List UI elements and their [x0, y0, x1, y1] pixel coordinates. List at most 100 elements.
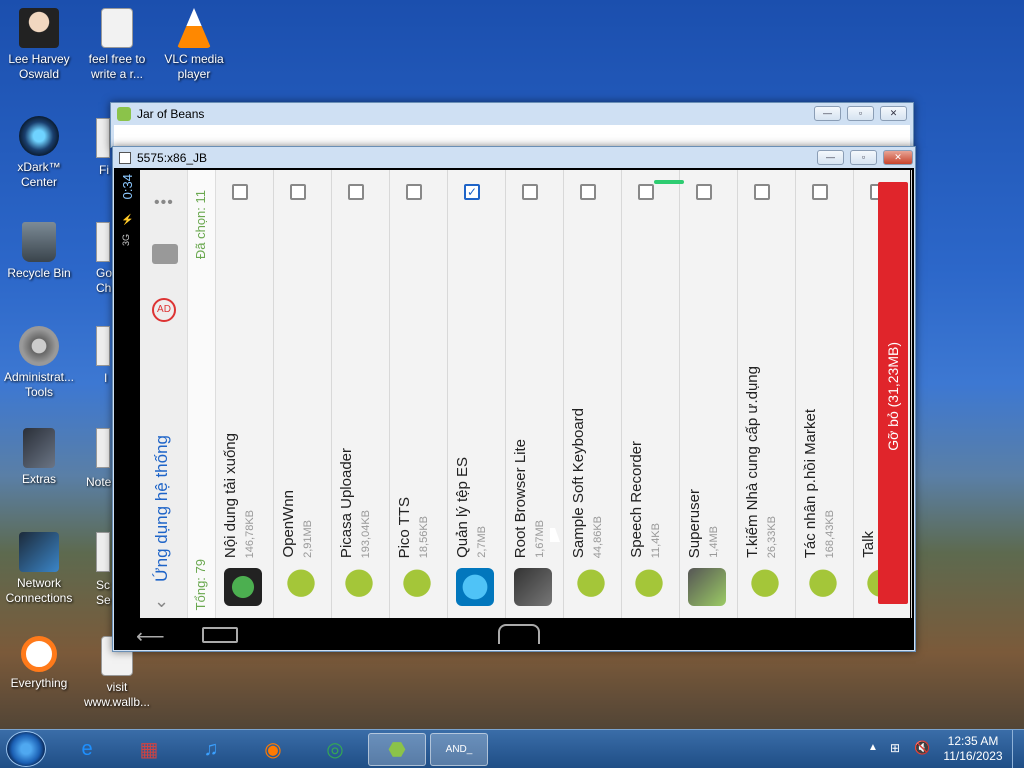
desktop-icon-feel-free[interactable]: feel free to write a r... — [79, 8, 155, 82]
app-size: 2,91MB — [302, 520, 314, 558]
android-robot-icon[interactable] — [152, 244, 178, 264]
app-name: Speech Recorder — [628, 441, 645, 558]
desktop-icon-lee-harvey-oswald[interactable]: Lee Harvey Oswald — [1, 8, 77, 82]
app-row[interactable]: Speech Recorder 11,4KB — [622, 170, 684, 618]
app-size: 44,86KB — [592, 515, 604, 558]
desktop-icon-network[interactable]: Network Connections — [1, 532, 77, 606]
maximize-button[interactable]: ▫ — [847, 106, 874, 121]
app-row[interactable]: ✓ Quản lý tệp ES 2,7MB — [448, 170, 506, 618]
home-icon[interactable] — [498, 624, 540, 644]
app-row[interactable]: T.kiếm Nhà cung cấp ư.dụng 26,33KB — [738, 170, 796, 618]
app-checkbox[interactable] — [522, 184, 538, 200]
android-emulator-icon[interactable]: AND_ — [430, 733, 488, 766]
window-title: Jar of Beans — [137, 107, 205, 121]
app-row[interactable]: Root Browser Lite 1,67MB — [506, 170, 564, 618]
show-hidden-icons-icon[interactable]: ▲ — [868, 742, 878, 753]
app-row[interactable]: Superuser 1,4MB — [680, 170, 738, 618]
person-icon — [19, 8, 59, 48]
volume-muted-icon[interactable]: 🔇 — [914, 740, 930, 756]
partial-icon[interactable] — [96, 532, 110, 572]
window-content — [114, 125, 910, 147]
desktop-icon-xdark[interactable]: xDark™ Center — [1, 116, 77, 190]
desktop-icon-extras[interactable]: Extras — [1, 428, 77, 487]
root-browser-icon — [514, 568, 552, 606]
app-size: 146,78KB — [244, 509, 256, 558]
jar-of-beans-icon[interactable]: ⬣ — [368, 733, 426, 766]
show-desktop-button[interactable] — [1012, 730, 1024, 768]
app-checkbox[interactable] — [580, 184, 596, 200]
app-name: Quản lý tệp ES — [454, 457, 471, 558]
app-row[interactable]: OpenWnn 2,91MB — [274, 170, 332, 618]
recent-apps-icon[interactable] — [202, 627, 238, 643]
app-size: 168,43KB — [824, 509, 836, 558]
app-checkbox[interactable] — [696, 184, 712, 200]
app-checkbox[interactable] — [812, 184, 828, 200]
es-file-icon — [456, 568, 494, 606]
desktop-icon-recycle-bin[interactable]: Recycle Bin — [1, 222, 77, 281]
xdark-icon — [19, 116, 59, 156]
app-name: Nội dung tải xuống — [222, 432, 239, 558]
partial-icon[interactable] — [96, 222, 110, 262]
battery-icon: ⚡ — [122, 214, 133, 227]
app-checkbox[interactable] — [232, 184, 248, 200]
partial-icon[interactable] — [96, 326, 110, 366]
app-icon[interactable]: ▦ — [122, 733, 176, 766]
partial-label: Go Ch — [96, 266, 113, 295]
app-checkbox[interactable]: ✓ — [464, 184, 480, 200]
app-name: Pico TTS — [396, 496, 413, 558]
partial-label: Note — [86, 475, 112, 489]
header-title[interactable]: Ứng dụng hệ thống — [152, 435, 172, 582]
app-name: Picasa Uploader — [338, 447, 355, 558]
app-row[interactable]: Pico TTS 18,56KB — [390, 170, 448, 618]
desktop-icon-vlc[interactable]: VLC media player — [156, 8, 232, 82]
back-icon[interactable]: ⟵ — [136, 624, 165, 649]
uninstall-button[interactable]: Gỡ bỏ (31,23MB) — [878, 182, 908, 604]
back-chevron-icon[interactable]: ⌄ — [154, 591, 169, 612]
status-time: 0:34 — [120, 174, 135, 200]
close-button[interactable]: ✕ — [883, 150, 913, 165]
app-size: 193,04KB — [360, 509, 372, 558]
internet-explorer-icon[interactable]: e — [60, 733, 114, 766]
minimize-button[interactable]: — — [814, 106, 841, 121]
music-icon[interactable]: ♫ — [184, 733, 238, 766]
desktop-icon-everything[interactable]: Everything — [1, 636, 77, 691]
app-checkbox[interactable] — [754, 184, 770, 200]
app-checkbox[interactable] — [638, 184, 654, 200]
jar-of-beans-titlebar[interactable]: Jar of Beans — [111, 103, 913, 125]
no-ads-icon[interactable]: AD — [152, 298, 176, 322]
app-name: T.kiếm Nhà cung cấp ư.dụng — [744, 366, 761, 558]
android-icon — [398, 568, 436, 606]
taskbar: e ▦ ♫ ◉ ◎ ⬣ AND_ ▲ ⊞ 🔇 12:35 AM 11/16/20… — [0, 729, 1024, 768]
app-checkbox[interactable] — [290, 184, 306, 200]
maximize-button[interactable]: ▫ — [850, 150, 877, 165]
navigation-bar: ⟵ — [114, 620, 914, 650]
firefox-icon[interactable]: ◉ — [246, 733, 300, 766]
admin-tools-icon — [19, 326, 59, 366]
app-checkbox[interactable] — [406, 184, 422, 200]
partial-icon[interactable] — [96, 428, 110, 468]
vlc-icon — [177, 8, 211, 48]
uninstall-button-label: Gỡ bỏ (31,23MB) — [885, 342, 901, 451]
app-row[interactable]: Picasa Uploader 193,04KB — [332, 170, 390, 618]
superuser-icon — [688, 568, 726, 606]
mouse-cursor — [550, 528, 560, 542]
app-row[interactable]: Tác nhân p.hồi Market 168,43KB — [796, 170, 854, 618]
search-icon — [21, 636, 57, 672]
overflow-menu-icon[interactable]: ••• — [154, 194, 174, 212]
emulator-titlebar[interactable]: 5575:x86_JB — [113, 147, 915, 169]
app-row[interactable]: Sample Soft Keyboard 44,86KB — [564, 170, 622, 618]
partial-label: I — [104, 371, 108, 385]
app-checkbox[interactable] — [348, 184, 364, 200]
app-row[interactable]: Nội dung tải xuống 146,78KB — [216, 170, 274, 618]
start-button[interactable] — [6, 731, 46, 767]
app-size: 2,7MB — [476, 526, 488, 558]
minimize-button[interactable]: — — [817, 150, 844, 165]
network-tray-icon[interactable]: ⊞ — [890, 741, 900, 755]
close-button[interactable]: ✕ — [880, 106, 907, 121]
app-name: Tác nhân p.hồi Market — [802, 408, 819, 558]
partial-icon[interactable] — [96, 118, 110, 158]
chrome-icon[interactable]: ◎ — [308, 733, 362, 766]
app-name: Superuser — [686, 488, 703, 558]
clock[interactable]: 12:35 AM 11/16/2023 — [938, 734, 1008, 764]
desktop-icon-admin-tools[interactable]: Administrat... Tools — [1, 326, 77, 400]
